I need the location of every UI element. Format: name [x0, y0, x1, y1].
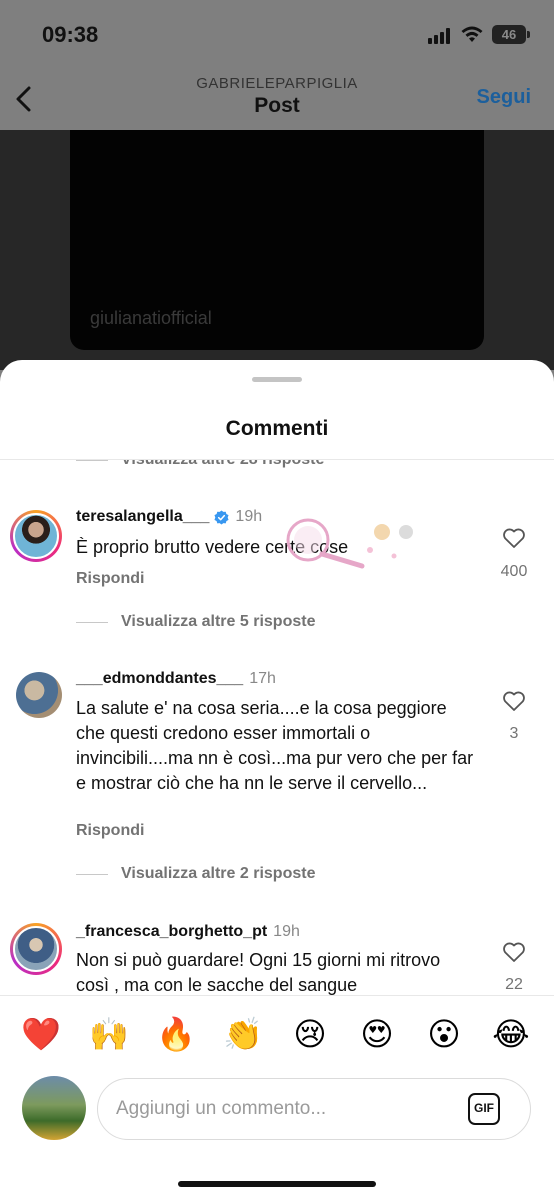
avatar[interactable]: [10, 923, 62, 975]
like-heart-icon[interactable]: [502, 527, 526, 549]
view-replies-button[interactable]: Visualizza altre 28 risposte: [76, 460, 324, 472]
current-user-avatar: [22, 1076, 86, 1140]
comment-username[interactable]: teresalangella___: [76, 508, 209, 526]
emoji-divider: [0, 995, 554, 996]
heart-eyes-emoji-button[interactable]: 😍: [355, 1012, 399, 1056]
home-indicator: [178, 1181, 376, 1187]
comment-input[interactable]: Aggiungi un commento... GIF: [97, 1078, 531, 1140]
like-count: 22: [505, 976, 523, 993]
cellular-signal-icon: [428, 28, 454, 44]
follow-button[interactable]: Segui: [477, 86, 531, 109]
status-bar: 09:38 46: [0, 0, 554, 70]
comments-sheet: Commenti Visualizza altre 28 risposte te…: [0, 360, 554, 1200]
status-time: 09:38: [42, 22, 99, 47]
wifi-icon: [461, 26, 483, 42]
like-heart-icon[interactable]: [502, 941, 526, 963]
avatar[interactable]: [10, 510, 62, 562]
post-author-username: GABRIELEPARPIGLIA: [196, 75, 358, 92]
post-watermark: giulianatiofficial: [90, 308, 212, 328]
comment-time: 19h: [235, 508, 263, 525]
like-heart-icon[interactable]: [502, 690, 526, 712]
heart-emoji-button[interactable]: ❤️: [19, 1012, 63, 1056]
sheet-grabber[interactable]: [252, 377, 302, 382]
clapping-emoji-button[interactable]: 👏: [221, 1012, 265, 1056]
raising-hands-emoji-button[interactable]: 🙌: [87, 1012, 131, 1056]
comment-username[interactable]: ___edmonddantes___: [76, 670, 243, 688]
battery-icon: 46: [492, 25, 526, 44]
laughing-emoji-button[interactable]: 😂: [489, 1012, 533, 1056]
like-count: 3: [509, 725, 519, 742]
view-replies-label: Visualizza altre 28 risposte: [121, 460, 324, 469]
page-title: Post: [254, 94, 300, 117]
comment-username[interactable]: _francesca_borghetto_pt: [76, 923, 267, 941]
surprised-emoji-button[interactable]: 😮: [422, 1012, 466, 1056]
top-nav: GABRIELEPARPIGLIA Post Segui: [0, 70, 554, 130]
gif-button[interactable]: GIF: [468, 1093, 500, 1125]
reply-button[interactable]: Rispondi: [76, 822, 144, 840]
comment-text: La salute e' na cosa seria....e la cosa …: [76, 698, 474, 793]
battery-tip: [527, 31, 530, 38]
reply-button[interactable]: Rispondi: [76, 570, 144, 588]
verified-badge-icon: [214, 509, 229, 525]
avatar[interactable]: [16, 672, 62, 718]
fire-emoji-button[interactable]: 🔥: [154, 1012, 198, 1056]
comment-text: Non si può guardare! Ogni 15 giorni mi r…: [76, 950, 441, 995]
view-replies-label: Visualizza altre 2 risposte: [121, 865, 316, 882]
sticker-overlay: [286, 518, 413, 569]
view-replies-button[interactable]: Visualizza altre 2 risposte: [76, 862, 315, 886]
comment-input-placeholder: Aggiungi un commento...: [116, 1098, 327, 1119]
sheet-title: Commenti: [225, 417, 329, 440]
view-replies-button[interactable]: Visualizza altre 5 risposte: [76, 610, 315, 634]
comments-list[interactable]: Visualizza altre 28 risposte teresalange…: [0, 460, 554, 995]
emoji-reaction-bar: ❤️ 🙌 🔥 👏 😢 😍 😮 😂: [0, 1012, 554, 1062]
comment-time: 17h: [249, 670, 276, 687]
crying-emoji-button[interactable]: 😢: [288, 1012, 332, 1056]
comment-time: 19h: [273, 923, 300, 940]
view-replies-label: Visualizza altre 5 risposte: [121, 613, 316, 630]
like-count: 400: [500, 563, 528, 580]
